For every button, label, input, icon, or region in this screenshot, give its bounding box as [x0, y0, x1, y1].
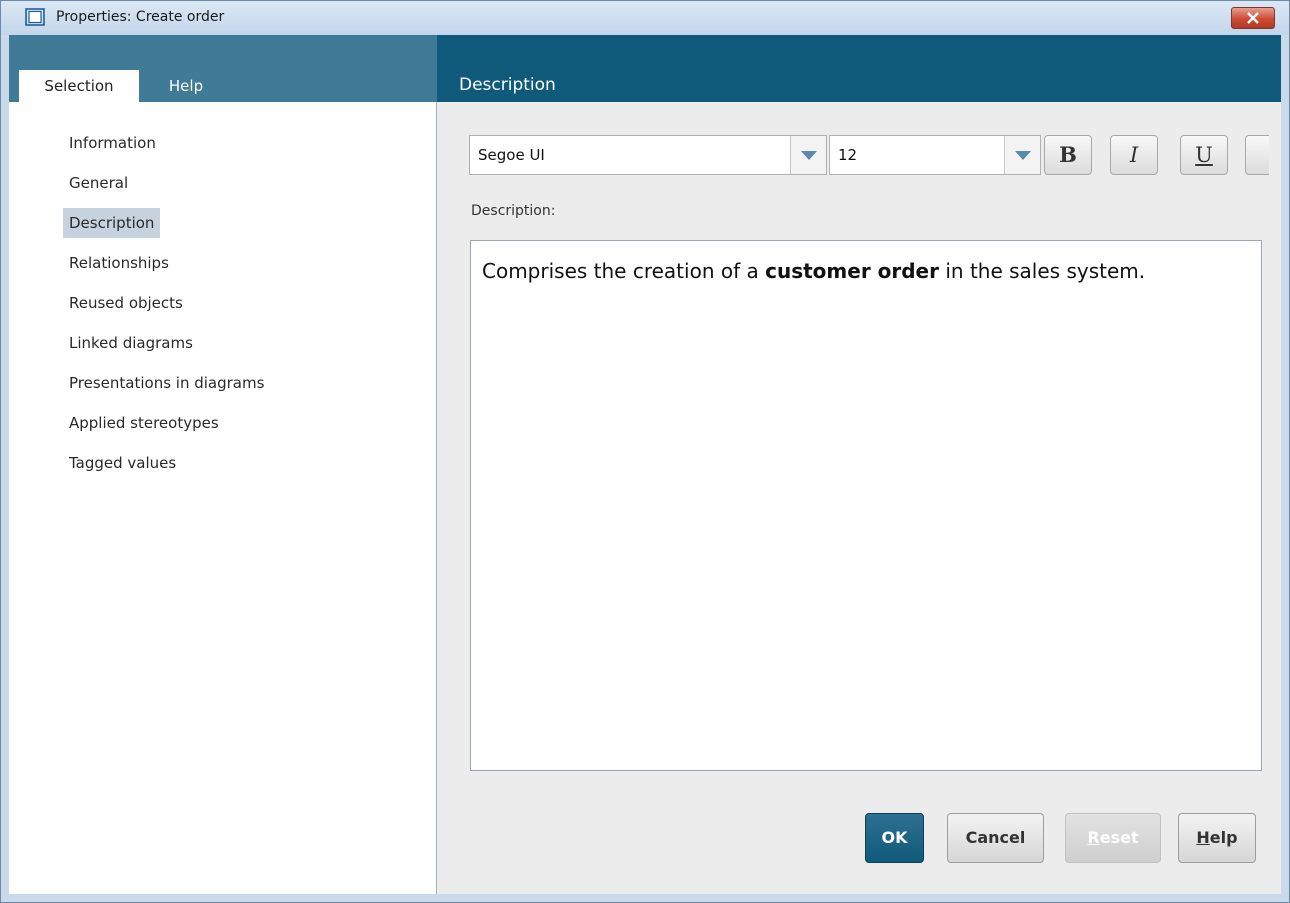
sidebar-item-reused-objects[interactable]: Reused objects: [63, 288, 189, 318]
italic-button[interactable]: I: [1110, 135, 1158, 175]
description-bold-text: customer order: [765, 259, 939, 283]
sidebar-item-tagged-values[interactable]: Tagged values: [63, 448, 182, 478]
underline-button[interactable]: U: [1180, 135, 1228, 175]
chevron-down-icon: [801, 151, 817, 160]
main-panel: Description Segoe UI 12 B I U Descriptio…: [437, 35, 1281, 894]
description-text: Comprises the creation of a customer ord…: [482, 259, 1146, 283]
font-size-value: 12: [838, 146, 858, 164]
bold-button[interactable]: B: [1044, 135, 1092, 175]
window-title: Properties: Create order: [56, 9, 225, 25]
sidebar-item-relationships[interactable]: Relationships: [63, 248, 175, 278]
panel-header: Description: [437, 35, 1281, 102]
description-editor[interactable]: Comprises the creation of a customer ord…: [470, 240, 1262, 771]
close-icon: [1247, 12, 1259, 24]
tab-help[interactable]: Help: [151, 70, 221, 102]
ok-button[interactable]: OK: [865, 813, 924, 863]
chevron-down-icon: [1015, 151, 1031, 160]
font-size-select[interactable]: 12: [829, 135, 1041, 175]
tab-bar: Selection Help: [9, 35, 437, 102]
sidebar: Information General Description Relation…: [9, 102, 437, 894]
reset-button[interactable]: Reset: [1065, 813, 1161, 863]
cancel-button[interactable]: Cancel: [947, 813, 1044, 863]
sidebar-item-general[interactable]: General: [63, 168, 134, 198]
close-button[interactable]: [1231, 7, 1275, 29]
properties-dialog: Properties: Create order Selection Help …: [0, 0, 1290, 903]
sidebar-item-applied-stereotypes[interactable]: Applied stereotypes: [63, 408, 225, 438]
font-family-value: Segoe UI: [478, 146, 545, 164]
help-button[interactable]: Help: [1178, 813, 1256, 863]
font-family-select[interactable]: Segoe UI: [469, 135, 827, 175]
title-bar: Properties: Create order: [1, 1, 1289, 35]
window-icon: [25, 8, 45, 26]
tab-selection[interactable]: Selection: [19, 70, 139, 102]
sidebar-item-description[interactable]: Description: [63, 208, 161, 238]
font-size-dropdown[interactable]: [1004, 136, 1040, 174]
panel-title: Description: [459, 75, 556, 95]
sidebar-item-information[interactable]: Information: [63, 128, 162, 158]
description-label: Description:: [471, 203, 556, 219]
sidebar-item-presentations[interactable]: Presentations in diagrams: [63, 368, 270, 398]
font-family-dropdown[interactable]: [790, 136, 826, 174]
more-format-button[interactable]: [1245, 135, 1269, 175]
sidebar-item-linked-diagrams[interactable]: Linked diagrams: [63, 328, 199, 358]
